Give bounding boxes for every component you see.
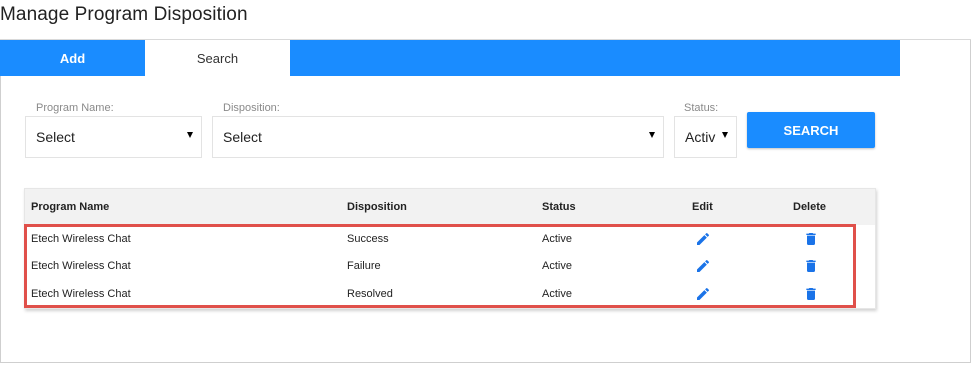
table-row: Etech Wireless Chat Resolved Active: [25, 281, 875, 308]
status-label: Status:: [684, 102, 719, 114]
chevron-down-icon: [722, 132, 728, 138]
disposition-select[interactable]: Select: [212, 116, 664, 158]
pencil-icon[interactable]: [695, 258, 711, 274]
status-cell: Active: [542, 233, 572, 245]
table-header: Program Name Disposition Status Edit Del…: [25, 189, 875, 225]
program-name-select[interactable]: Select: [25, 116, 202, 158]
program-name-cell: Etech Wireless Chat: [31, 288, 131, 300]
column-header-disposition: Disposition: [347, 201, 407, 213]
pencil-icon[interactable]: [695, 231, 711, 247]
status-select[interactable]: Activ: [674, 116, 737, 158]
program-name-value: Select: [36, 129, 75, 145]
tab-bar: Add Search: [0, 40, 900, 76]
tab-add[interactable]: Add: [0, 40, 145, 76]
column-header-delete: Delete: [793, 201, 827, 213]
chevron-down-icon: [649, 132, 655, 138]
status-value: Activ: [685, 129, 716, 145]
search-button[interactable]: SEARCH: [747, 112, 875, 148]
status-cell: Active: [542, 288, 572, 300]
table-row: Etech Wireless Chat Failure Active: [25, 253, 875, 280]
trash-icon[interactable]: [803, 258, 819, 274]
column-header-program-name: Program Name: [31, 201, 110, 213]
disposition-cell: Success: [347, 233, 389, 245]
disposition-value: Select: [223, 129, 262, 145]
disposition-cell: Resolved: [347, 288, 393, 300]
program-name-label: Program Name:: [36, 102, 114, 114]
disposition-cell: Failure: [347, 260, 381, 272]
chevron-down-icon: [187, 132, 193, 138]
tab-search[interactable]: Search: [145, 40, 290, 76]
column-header-status: Status: [542, 201, 576, 213]
page-title: Manage Program Disposition: [0, 4, 248, 25]
status-cell: Active: [542, 260, 572, 272]
trash-icon[interactable]: [803, 231, 819, 247]
program-name-cell: Etech Wireless Chat: [31, 260, 131, 272]
pencil-icon[interactable]: [695, 286, 711, 302]
program-name-cell: Etech Wireless Chat: [31, 233, 131, 245]
disposition-label: Disposition:: [223, 102, 280, 114]
results-table: Program Name Disposition Status Edit Del…: [24, 188, 876, 309]
column-header-edit: Edit: [692, 201, 713, 213]
table-row: Etech Wireless Chat Success Active: [25, 226, 875, 253]
trash-icon[interactable]: [803, 286, 819, 302]
